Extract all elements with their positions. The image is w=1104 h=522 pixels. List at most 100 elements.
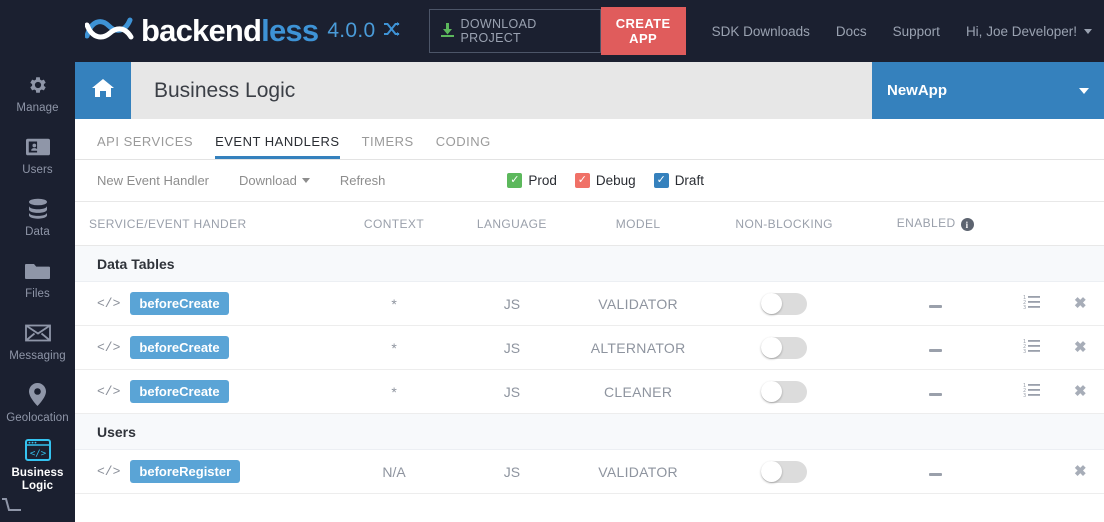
sidebar-item-business-logic[interactable]: </> Business Logic (0, 434, 75, 496)
checkbox-debug[interactable]: ✓ (574, 173, 590, 188)
event-handler-badge[interactable]: beforeRegister (130, 460, 241, 483)
svg-text:3: 3 (1023, 305, 1026, 309)
table-row[interactable]: </> beforeRegister N/A JS VALIDATOR ✖ (75, 450, 1104, 494)
row-name-cell: </> beforeCreate (75, 292, 336, 315)
row-model: ALTERNATOR (590, 339, 686, 356)
code-icon[interactable]: </> (97, 296, 120, 311)
version-label: 4.0.0 (327, 19, 376, 42)
row-language: JS (503, 295, 521, 312)
tab-coding[interactable]: CODING (436, 134, 491, 159)
sidebar-item-files[interactable]: Files (0, 248, 75, 310)
checkbox-draft[interactable]: ✓ (653, 173, 669, 188)
table-row[interactable]: </> beforeCreate * JS VALIDATOR 123 ✖ (75, 282, 1104, 326)
sidebar-item-label: Data (25, 225, 50, 238)
non-blocking-toggle[interactable] (761, 336, 808, 359)
column-header-service-event-handler: SERVICE/EVENT HANDER (89, 216, 247, 231)
download-icon (440, 22, 454, 40)
info-icon[interactable]: i (960, 218, 974, 232)
filter-prod-label: Prod (528, 173, 557, 188)
nav-link-sdk-downloads[interactable]: SDK Downloads (712, 24, 810, 39)
row-list-cell: 123 (1007, 382, 1057, 402)
row-context: * (391, 383, 397, 400)
filter-prod[interactable]: ✓ Prod (507, 173, 557, 188)
event-handler-badge[interactable]: beforeCreate (130, 336, 229, 359)
user-menu[interactable]: Hi, Joe Developer! (966, 24, 1092, 39)
download-dropdown-button[interactable]: Download (239, 173, 310, 188)
download-dropdown-label: Download (239, 173, 297, 188)
ordered-list-icon[interactable]: 123 (1023, 338, 1041, 353)
row-list-cell: 123 (1007, 294, 1057, 314)
filter-draft[interactable]: ✓ Draft (653, 173, 704, 188)
row-context: * (391, 339, 397, 356)
tab-api-services[interactable]: API SERVICES (97, 134, 193, 159)
table-row[interactable]: </> beforeCreate * JS ALTERNATOR 123 ✖ (75, 326, 1104, 370)
ordered-list-icon[interactable]: 123 (1023, 382, 1041, 397)
refresh-label: Refresh (339, 173, 386, 188)
refresh-button[interactable]: Refresh (340, 173, 386, 188)
app-selector-dropdown[interactable]: NewApp (872, 62, 1104, 119)
table-row[interactable]: </> beforeCreate * JS CLEANER 123 ✖ (75, 370, 1104, 414)
code-icon[interactable]: </> (97, 340, 120, 355)
sidebar-item-next-partial[interactable] (0, 496, 75, 522)
new-event-handler-label: New Event Handler (97, 173, 209, 188)
tab-timers[interactable]: TIMERS (362, 134, 414, 159)
code-icon[interactable]: </> (97, 384, 120, 399)
download-project-label: DOWNLOAD PROJECT (460, 17, 537, 45)
row-non-blocking-cell (705, 336, 863, 359)
new-event-handler-button[interactable]: New Event Handler (97, 173, 209, 188)
main-content: Business Logic NewApp API SERVICES EVENT… (75, 62, 1104, 522)
sidebar-item-users[interactable]: Users (0, 124, 75, 186)
brand-logo[interactable]: backendless 4.0.0 (84, 12, 401, 51)
non-blocking-toggle[interactable] (761, 460, 808, 483)
app-root: Manage Users Data Files Messaging Geoloc… (0, 0, 1104, 522)
toggle-knob (761, 381, 783, 402)
nav-link-support[interactable]: Support (893, 24, 940, 39)
row-delete-cell: ✖ (1056, 382, 1104, 401)
filter-debug[interactable]: ✓ Debug (574, 173, 636, 188)
backendless-swoosh-icon (84, 12, 135, 51)
event-handler-badge[interactable]: beforeCreate (130, 292, 229, 315)
close-icon[interactable]: ✖ (1074, 462, 1087, 480)
non-blocking-toggle[interactable] (761, 380, 808, 403)
code-icon[interactable]: </> (97, 464, 120, 479)
row-language: JS (503, 383, 521, 400)
svg-text:3: 3 (1023, 349, 1026, 353)
close-icon[interactable]: ✖ (1074, 382, 1087, 400)
toggle-knob (761, 293, 783, 314)
download-project-button[interactable]: DOWNLOAD PROJECT (428, 9, 601, 53)
sidebar-item-manage[interactable]: Manage (0, 62, 75, 124)
sidebar-item-geolocation[interactable]: Geolocation (0, 372, 75, 434)
folder-icon (25, 258, 50, 284)
row-delete-cell: ✖ (1056, 462, 1104, 481)
sidebar-item-messaging[interactable]: Messaging (0, 310, 75, 372)
svg-text:</>: </> (29, 449, 46, 459)
logo-text-backend: backend (141, 13, 262, 48)
row-model: CLEANER (604, 383, 673, 400)
tab-bar: API SERVICES EVENT HANDLERS TIMERS CODIN… (75, 119, 1104, 160)
nav-link-docs[interactable]: Docs (836, 24, 867, 39)
sidebar-item-data[interactable]: Data (0, 186, 75, 248)
close-icon[interactable]: ✖ (1074, 338, 1087, 356)
enabled-dash-icon (928, 472, 942, 476)
filter-draft-label: Draft (674, 173, 704, 188)
sidebar-item-label: Business Logic (11, 467, 64, 493)
non-blocking-toggle[interactable] (761, 292, 808, 315)
shuffle-icon[interactable] (383, 21, 401, 42)
create-app-button[interactable]: CREATE APP (600, 7, 686, 55)
user-menu-label: Hi, Joe Developer! (965, 23, 1077, 39)
close-icon[interactable]: ✖ (1074, 294, 1087, 312)
row-name-cell: </> beforeRegister (75, 460, 336, 483)
row-context: N/A (382, 463, 406, 480)
enabled-dash-icon (928, 348, 942, 352)
event-handler-badge[interactable]: beforeCreate (130, 380, 229, 403)
sidebar-item-label: Geolocation (6, 411, 69, 424)
cart-icon (0, 496, 26, 518)
ordered-list-icon[interactable]: 123 (1023, 294, 1041, 309)
row-model: VALIDATOR (598, 463, 678, 480)
home-button[interactable] (75, 62, 131, 119)
tab-event-handlers[interactable]: EVENT HANDLERS (215, 134, 340, 159)
checkbox-prod[interactable]: ✓ (507, 173, 523, 188)
filter-group: ✓ Prod ✓ Debug ✓ Draft (507, 173, 704, 188)
row-list-cell: 123 (1007, 338, 1057, 358)
row-context: * (391, 295, 397, 312)
